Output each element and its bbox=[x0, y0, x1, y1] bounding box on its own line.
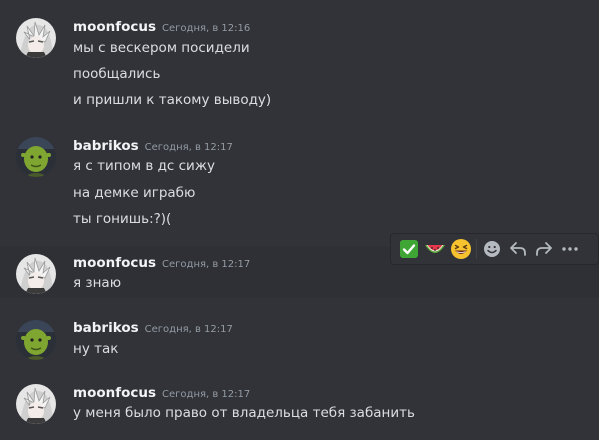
forward-icon[interactable] bbox=[531, 236, 557, 262]
message-hover-toolbar bbox=[390, 233, 599, 265]
check-mark-emoji-icon[interactable] bbox=[396, 236, 422, 262]
moonfocus-avatar-icon[interactable] bbox=[16, 384, 56, 424]
username[interactable]: moonfocus bbox=[73, 385, 156, 401]
message-group: moonfocus Сегодня, в 12:17 у меня было пр… bbox=[0, 0, 599, 440]
watermelon-emoji-icon[interactable] bbox=[422, 236, 448, 262]
more-options-icon[interactable] bbox=[557, 236, 583, 262]
toolbar-divider bbox=[476, 239, 477, 259]
timestamp[interactable]: Сегодня, в 12:17 bbox=[162, 389, 250, 400]
reply-icon[interactable] bbox=[505, 236, 531, 262]
laughing-emoji-icon[interactable] bbox=[448, 236, 474, 262]
add-reaction-icon[interactable] bbox=[479, 236, 505, 262]
message-header: moonfocus Сегодня, в 12:17 bbox=[73, 382, 250, 402]
message-text: у меня было право от владельца тебя заба… bbox=[73, 405, 415, 421]
